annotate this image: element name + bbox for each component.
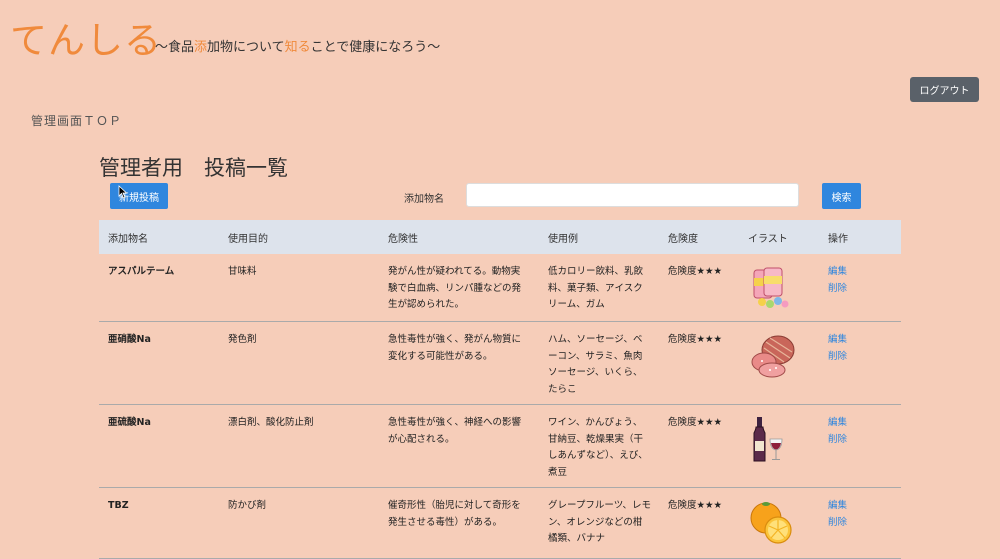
table-row: TBZ 防かび剤 催奇形性（胎児に対して奇形を発生させる毒性）がある。 グレープ…: [99, 488, 901, 559]
header-danger: 危険度: [668, 233, 698, 245]
ham-illustration-icon: [751, 335, 795, 378]
illustration: [739, 322, 819, 404]
site-tagline: 〜食品添加物について知ることで健康になろう〜: [155, 38, 440, 58]
logout-button[interactable]: ログアウト: [910, 77, 979, 102]
examples: グレープフルーツ、レモン、オレンジなどの柑橘類、バナナ: [548, 500, 651, 544]
admin-top-link[interactable]: 管理画面ＴＯＰ: [31, 112, 122, 129]
danger-level: 危険度★★★: [668, 500, 723, 511]
orange-illustration-icon: [750, 502, 792, 544]
actions: 編集 削除: [819, 254, 901, 321]
delete-link[interactable]: 削除: [828, 349, 901, 366]
search-label: 添加物名: [404, 194, 444, 205]
tagline-part: ことで健康になろう〜: [310, 40, 441, 55]
purpose: 漂白剤、酸化防止剤: [228, 417, 314, 428]
header-illustration: イラスト: [748, 233, 788, 245]
illustration: [739, 488, 819, 558]
header-purpose: 使用目的: [228, 233, 268, 245]
actions: 編集 削除: [819, 322, 901, 404]
additive-name: 亜硫酸Na: [108, 417, 151, 428]
delete-link[interactable]: 削除: [828, 281, 901, 298]
examples: ハム、ソーセージ、ベーコン、サラミ、魚肉ソーセージ、いくら、たらこ: [548, 334, 643, 395]
header-examples: 使用例: [548, 233, 578, 245]
search-button[interactable]: 検索: [822, 183, 861, 209]
examples: 低カロリー飲料、乳飲料、菓子類、アイスクリーム、ガム: [548, 266, 644, 310]
tagline-highlight: 添: [194, 40, 208, 55]
edit-link[interactable]: 編集: [828, 332, 901, 349]
header-additive-name: 添加物名: [108, 233, 148, 245]
danger-level: 危険度★★★: [668, 417, 723, 428]
additive-name: TBZ: [108, 500, 129, 511]
risk: 急性毒性が強く、発がん物質に変化する可能性がある。: [388, 334, 522, 362]
risk: 急性毒性が強く、神経への影響が心配される。: [388, 417, 522, 445]
header-risk: 危険性: [388, 233, 418, 245]
search-input[interactable]: [466, 183, 799, 207]
risk: 催奇形性（胎児に対して奇形を発生させる毒性）がある。: [388, 500, 521, 528]
additive-table: 添加物名 使用目的 危険性 使用例 危険度 イラスト 操作 アスパルテーム 甘味…: [99, 220, 901, 559]
actions: 編集 削除: [819, 488, 901, 558]
additive-name: 亜硝酸Na: [108, 334, 151, 345]
table-row: 亜硫酸Na 漂白剤、酸化防止剤 急性毒性が強く、神経への影響が心配される。 ワイ…: [99, 405, 901, 488]
edit-link[interactable]: 編集: [828, 264, 901, 281]
examples: ワイン、かんぴょう、甘納豆、乾燥果実（干しあんずなど）、えび、煮豆: [548, 417, 648, 478]
tagline-part: 加物について: [207, 40, 285, 55]
danger-level: 危険度★★★: [668, 334, 723, 345]
delete-link[interactable]: 削除: [828, 515, 901, 532]
illustration: [739, 405, 819, 487]
risk: 発がん性が疑われてる。動物実験で白血病、リンパ腫などの発生が認められた。: [388, 266, 522, 310]
mouse-cursor-icon: [118, 185, 128, 199]
page-title: 管理者用 投稿一覧: [99, 156, 288, 180]
purpose: 甘味料: [228, 266, 257, 277]
edit-link[interactable]: 編集: [828, 498, 901, 515]
tagline-part: 〜食品: [155, 40, 195, 55]
danger-level: 危険度★★★: [668, 266, 723, 277]
illustration: [739, 254, 819, 321]
site-logo[interactable]: てんしる: [10, 18, 162, 64]
purpose: 発色剤: [228, 334, 257, 345]
actions: 編集 削除: [819, 405, 901, 487]
tagline-highlight: 知る: [284, 40, 311, 55]
wine-illustration-icon: [753, 417, 783, 462]
edit-link[interactable]: 編集: [828, 415, 901, 432]
sweets-illustration-icon: [753, 267, 789, 308]
table-row: 亜硝酸Na 発色剤 急性毒性が強く、発がん物質に変化する可能性がある。 ハム、ソ…: [99, 322, 901, 405]
table-row: アスパルテーム 甘味料 発がん性が疑われてる。動物実験で白血病、リンパ腫などの発…: [99, 254, 901, 322]
additive-name: アスパルテーム: [108, 266, 175, 277]
delete-link[interactable]: 削除: [828, 432, 901, 449]
purpose: 防かび剤: [228, 500, 267, 511]
header-actions: 操作: [828, 233, 848, 245]
table-header: 添加物名 使用目的 危険性 使用例 危険度 イラスト 操作: [99, 220, 901, 254]
